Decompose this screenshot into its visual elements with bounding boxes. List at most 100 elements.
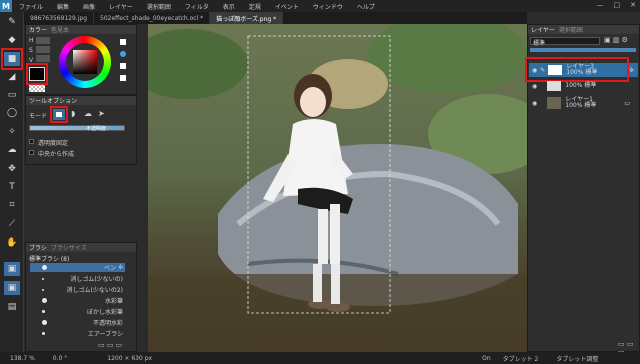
layer-thumbnail <box>547 81 562 91</box>
tab-document-1[interactable]: 986763569129.jpg <box>24 12 94 24</box>
lasso-tool-icon[interactable]: ◯ <box>4 106 20 120</box>
tool-bar: ✎ ◆ ■ ◢ ▭ ◯ ✧ ☁ ✥ T ⌗ ⟋ ✋ ▣ ▣ ▤ <box>0 12 24 352</box>
opacity-bar[interactable] <box>530 48 636 52</box>
layer-info: 100% 標準 <box>565 82 597 89</box>
blend-mode-select[interactable]: 標準 <box>530 37 600 47</box>
brush-item[interactable]: ぼかし水彩筆 <box>30 307 125 316</box>
menu-file[interactable]: ファイル <box>12 2 50 11</box>
menu-ruler[interactable]: 定規 <box>242 2 268 11</box>
brush-item[interactable]: 消しゴム(少ないの2) <box>30 285 125 294</box>
image-size: 1200 × 630 px <box>107 354 153 362</box>
close-button[interactable]: ✕ <box>630 1 636 9</box>
highlight-rectangle-tool <box>1 48 23 70</box>
color-option-4[interactable] <box>120 75 126 81</box>
tool-option-title: ツールオプション <box>29 98 78 105</box>
gear-icon[interactable]: ✲ <box>118 264 123 271</box>
tab-document-3[interactable]: 猫っぽ顔ボーズ.png * <box>210 12 284 24</box>
lock-transparency-checkbox[interactable] <box>29 139 34 144</box>
hue-label: H <box>29 37 34 44</box>
mode-label: モード <box>29 113 48 120</box>
layer-row[interactable]: ◉ 100% 標準 <box>529 79 638 93</box>
select-rect-tool-icon[interactable]: ▭ <box>4 88 20 102</box>
move-tool-icon[interactable]: ✥ <box>4 162 20 176</box>
saturation-input[interactable] <box>36 46 50 53</box>
app-logo-icon: M <box>0 0 12 12</box>
brush-item-pen[interactable]: ペン ✲ <box>30 263 125 272</box>
saturation-label: S <box>29 47 33 54</box>
brush-item[interactable]: 消しゴム(少ないの) <box>30 274 125 283</box>
layer-mask-icon[interactable]: ▭ <box>624 100 630 107</box>
transparent-color-swatch[interactable] <box>29 84 45 92</box>
selection-tab[interactable]: 選択範囲 <box>559 25 583 34</box>
brush-tab[interactable]: ブラシ <box>29 243 47 252</box>
menu-layer[interactable]: レイヤー <box>102 2 140 11</box>
eraser-tool-icon[interactable]: ◆ <box>4 33 20 47</box>
panel-toggle-1-icon[interactable]: ▣ <box>4 262 20 276</box>
tablet-adjust[interactable]: タブレット調整 <box>556 354 598 363</box>
minimize-button[interactable]: — <box>597 1 604 9</box>
menu-filter[interactable]: フィルタ <box>178 2 216 11</box>
color-panel: カラー 色見本 H S V <box>25 24 137 95</box>
brush-item[interactable]: 水彩筆 <box>30 296 125 305</box>
zoom-level[interactable]: 138.7 % <box>10 355 35 362</box>
canvas-image <box>148 24 527 352</box>
canvas-area[interactable] <box>148 24 527 352</box>
lock-icon[interactable]: ▤ <box>4 300 20 314</box>
menu-selection[interactable]: 選択範囲 <box>140 2 178 11</box>
color-panel-title: カラー <box>29 27 48 34</box>
mode-arrow-icon[interactable]: ➤ <box>98 109 105 118</box>
color-option-1[interactable] <box>120 39 126 45</box>
lock-transparency-label: 透明度固定 <box>38 140 69 147</box>
highlight-foreground-color <box>26 63 48 85</box>
value-input[interactable] <box>36 55 50 62</box>
brush-group-label[interactable]: 標準ブラシ (8) <box>29 254 69 263</box>
blur-tool-icon[interactable]: ☁ <box>4 143 20 157</box>
mode-cloud-icon[interactable]: ☁ <box>84 109 92 118</box>
wand-tool-icon[interactable]: ✧ <box>4 125 20 139</box>
on-label: On <box>482 354 491 362</box>
brush-size-tab[interactable]: ブラシサイズ <box>51 243 87 252</box>
menu-window[interactable]: ウィンドウ <box>306 2 350 11</box>
status-bar: 138.7 % 0.0 ° 1200 × 630 px On タブレット 2 タ… <box>0 352 640 364</box>
hue-input[interactable] <box>36 37 50 44</box>
tablet-label[interactable]: タブレット 2 <box>503 354 539 363</box>
maximize-button[interactable]: □ <box>614 1 621 9</box>
fill-tool-icon[interactable]: ◢ <box>4 70 20 84</box>
sv-square[interactable] <box>73 50 97 74</box>
mode-shape-icon[interactable]: ◗ <box>71 109 75 118</box>
color-wheel[interactable] <box>59 36 111 88</box>
document-tabs: 986763569129.jpg 502effect_shade_00eyeca… <box>24 12 527 24</box>
eye-icon[interactable]: ◉ <box>532 83 537 90</box>
panel-toggle-2-icon[interactable]: ▣ <box>4 281 20 295</box>
rotation-angle[interactable]: 0.0 ° <box>53 355 67 362</box>
color-option-2[interactable] <box>120 51 126 57</box>
eye-icon[interactable]: ◉ <box>532 100 537 107</box>
brush-item[interactable]: 不透明水彩 <box>30 318 125 327</box>
menu-help[interactable]: ヘルプ <box>350 2 382 11</box>
menu-bar: M ファイル 編集 画像 レイヤー 選択範囲 フィルタ 表示 定規 イベント ウ… <box>0 0 640 12</box>
pen-tool-icon[interactable]: ✎ <box>4 15 20 29</box>
center-create-checkbox[interactable] <box>29 150 34 155</box>
opacity-slider[interactable] <box>29 125 125 131</box>
crop-tool-icon[interactable]: ⌗ <box>4 198 20 212</box>
menu-edit[interactable]: 編集 <box>50 2 76 11</box>
eyedropper-tool-icon[interactable]: ⟋ <box>4 217 20 231</box>
menu-view[interactable]: 表示 <box>216 2 242 11</box>
color-option-3[interactable] <box>120 63 126 69</box>
gear-icon[interactable]: ✲ <box>629 67 634 74</box>
tab-document-2[interactable]: 502effect_shade_00eyecatch.ocl * <box>94 12 211 24</box>
menu-event[interactable]: イベント <box>268 2 306 11</box>
menu-image[interactable]: 画像 <box>76 2 102 11</box>
text-tool-icon[interactable]: T <box>4 180 20 194</box>
color-swatch-tab[interactable]: 色見本 <box>51 25 69 34</box>
brush-panel-icons[interactable]: ▭ ▭ ▭ <box>98 341 122 349</box>
brush-item[interactable]: エアーブラシ <box>30 329 125 338</box>
center-create-label: 中央から作成 <box>38 151 75 158</box>
highlight-mode <box>50 106 68 123</box>
hand-tool-icon[interactable]: ✋ <box>4 236 20 250</box>
layer-thumbnail <box>547 97 562 109</box>
layer-row[interactable]: ◉ レイヤー1 100% 標準 ▭ <box>529 96 638 110</box>
layer-tab[interactable]: レイヤー <box>531 25 555 34</box>
layer-options-icons[interactable]: ▣ ▥ ⚙ <box>604 36 628 44</box>
opacity-label: 不透明度 <box>86 126 107 132</box>
